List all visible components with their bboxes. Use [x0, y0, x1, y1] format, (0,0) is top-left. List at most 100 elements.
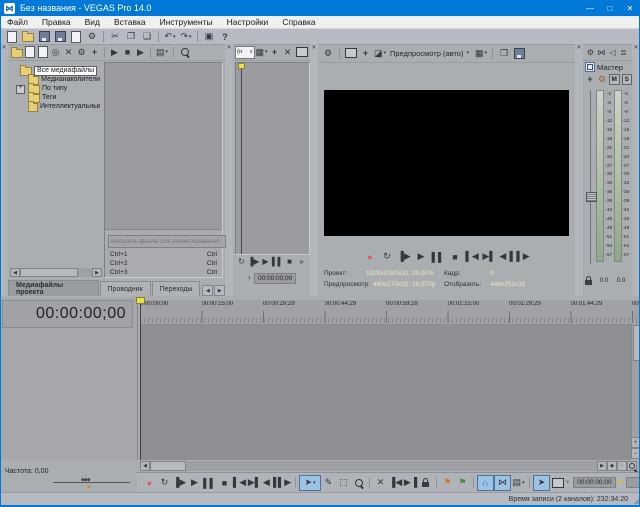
paste-icon[interactable]: ❏	[139, 30, 155, 43]
pause-icon[interactable]: ▌▌	[202, 476, 217, 490]
tree-item-tags[interactable]: Теги	[12, 92, 100, 103]
timeline-hscrollbar[interactable]: ◀	[140, 461, 597, 471]
trimmer-timecode[interactable]: 00:00:00;00	[253, 273, 297, 284]
play-from-start-icon[interactable]: ▐▶	[248, 255, 260, 268]
zoom-edit-tool-icon[interactable]	[351, 476, 366, 490]
lock-fader-icon[interactable]	[585, 276, 592, 285]
trimmer-cursor[interactable]	[241, 63, 242, 254]
overlays-dropdown-icon[interactable]: ▦ ▾	[473, 47, 489, 60]
delete-icon[interactable]: ✕	[373, 476, 388, 490]
mute-button[interactable]: M	[609, 73, 620, 85]
cursor-timecode-box[interactable]: 00:00:00;00	[573, 477, 616, 488]
solo-button[interactable]: S	[621, 73, 632, 85]
copy-icon[interactable]: ❐	[123, 30, 139, 43]
capture-video-icon[interactable]	[36, 46, 49, 59]
loop-playback-icon[interactable]: ↻	[379, 250, 395, 263]
menu-item[interactable]: Инструменты	[153, 17, 220, 27]
title-bar[interactable]: ⋈ Без названия - VEGAS Pro 14.0 — □ ✕	[0, 0, 640, 16]
timeline-cursor-marker[interactable]	[136, 297, 145, 304]
remove-marker-icon[interactable]: ✕	[281, 46, 294, 59]
zoom-selection-icon[interactable]: ◆	[607, 461, 617, 471]
mixer-properties-gear-icon[interactable]: ⚙	[585, 46, 596, 59]
scrollbar-thumb[interactable]	[20, 268, 78, 277]
trimmer-cursor-marker[interactable]	[238, 63, 245, 69]
dock-strip[interactable]: ✕	[225, 44, 233, 296]
master-bus-header[interactable]: Мастер	[583, 61, 632, 73]
start-preview-icon[interactable]: ▶	[108, 46, 121, 59]
play-icon[interactable]: ▶	[187, 476, 202, 490]
go-to-end-icon[interactable]: ▶▌	[247, 476, 262, 490]
tab-transitions[interactable]: Переходы	[151, 281, 201, 296]
pause-icon[interactable]: ▌▌	[430, 250, 446, 263]
scrub-slider-marker[interactable]: ▲	[86, 484, 92, 490]
tree-item-label[interactable]: Все медиафайлы	[34, 65, 98, 76]
tree-item-all-media[interactable]: Все медиафайлы	[12, 65, 100, 76]
trim-end-icon[interactable]: ▶▐	[403, 476, 418, 490]
zoom-tool-icon[interactable]	[627, 461, 637, 471]
cut-icon[interactable]: ✂	[107, 30, 123, 43]
pan-icon[interactable]: +	[585, 73, 595, 86]
next-frame-icon[interactable]: ▌▶	[515, 250, 531, 263]
import-media-icon[interactable]	[23, 46, 36, 59]
insert-input-bus-icon[interactable]: ◁	[607, 46, 618, 59]
trim-start-icon[interactable]: ▐◀	[388, 476, 403, 490]
envelope-tool-icon[interactable]: ✎	[321, 476, 336, 490]
redo-icon[interactable]: ↷ ▾	[178, 30, 194, 43]
bus-fx-icon[interactable]: ⚙	[597, 73, 607, 86]
play-icon[interactable]: ▶	[260, 255, 272, 268]
selection-length-box[interactable]	[626, 477, 640, 488]
views-dropdown-icon[interactable]: ▤ ▾	[154, 46, 170, 59]
chevron-down-icon[interactable]: ▾	[466, 50, 469, 56]
next-frame-icon[interactable]: ▌▶	[277, 476, 292, 490]
ripple-type-dropdown-icon[interactable]: ▤ ▾	[511, 476, 526, 490]
stop-icon[interactable]: ■	[284, 255, 296, 268]
tab-explorer[interactable]: Проводник	[99, 281, 151, 296]
trimmer-media-dropdown[interactable]: (н ∨	[235, 45, 255, 59]
timeline-monitor-icon[interactable]	[550, 476, 565, 490]
scrub-slider-track[interactable]	[53, 482, 130, 483]
tree-item-smart-bins[interactable]: Интеллектуальные нак	[12, 101, 100, 112]
search-icon[interactable]	[177, 46, 193, 59]
edit-details-icon[interactable]: ➤	[533, 474, 550, 491]
make-movie-icon[interactable]: ▣	[201, 30, 217, 43]
downmix-output-icon[interactable]: ≣	[618, 46, 629, 59]
tab-project-media[interactable]: Медиафайлы проекта	[8, 280, 99, 296]
media-list-empty[interactable]	[105, 63, 222, 229]
stop-icon[interactable]: ■	[447, 250, 463, 263]
snap-magnet-icon[interactable]: ∩	[477, 474, 494, 491]
pause-icon[interactable]: ▌▌	[272, 255, 284, 268]
save-project-icon[interactable]	[36, 30, 52, 43]
video-properties-gear-icon[interactable]: ⚙	[320, 47, 336, 60]
insert-region-icon[interactable]: ⚑	[455, 476, 470, 490]
media-properties-icon[interactable]: ⚙	[75, 46, 88, 59]
tree-item-label[interactable]: По типу	[42, 85, 67, 92]
scroll-right-icon[interactable]: ▶	[597, 461, 607, 471]
stop-icon[interactable]: ■	[217, 476, 232, 490]
remove-media-icon[interactable]: ✕	[62, 46, 75, 59]
extract-audio-icon[interactable]: ◎	[49, 46, 62, 59]
tree-scrollbar[interactable]: ◀ ▶	[10, 268, 102, 277]
marker-bar-dropdown-icon[interactable]: ▦ ▾	[255, 46, 268, 59]
tree-item-label[interactable]: Медианакопители	[41, 76, 100, 83]
new-bin-icon[interactable]	[10, 46, 23, 59]
go-to-start-icon[interactable]: ▌◀	[464, 250, 480, 263]
undo-icon[interactable]: ↶ ▾	[162, 30, 178, 43]
insert-bus-icon[interactable]: ⋈	[596, 46, 607, 59]
external-monitor-icon[interactable]	[343, 47, 359, 60]
auto-ripple-icon[interactable]: ⋈	[494, 474, 511, 491]
play-from-start-icon[interactable]: ▐▶	[172, 476, 187, 490]
stop-preview-icon[interactable]: ■	[121, 46, 134, 59]
master-fader[interactable]	[585, 86, 597, 274]
trimmer-monitor-icon[interactable]	[294, 46, 310, 59]
scrollbar-thumb[interactable]	[150, 461, 186, 471]
search-input[interactable]	[108, 235, 226, 248]
video-fx-icon[interactable]: +	[359, 47, 372, 60]
record-icon[interactable]: ●	[142, 476, 157, 490]
tree-item-label[interactable]: Теги	[42, 94, 56, 101]
tree-item-media-bins[interactable]: Медианакопители	[12, 74, 100, 85]
close-panel-icon[interactable]: ✕	[575, 44, 583, 53]
play-icon[interactable]: ▶	[413, 250, 429, 263]
shortcut-row[interactable]: Ctrl+2 Ctrl	[105, 259, 222, 268]
dock-strip[interactable]: ✕	[0, 44, 8, 296]
publish-project-icon[interactable]	[68, 30, 84, 43]
